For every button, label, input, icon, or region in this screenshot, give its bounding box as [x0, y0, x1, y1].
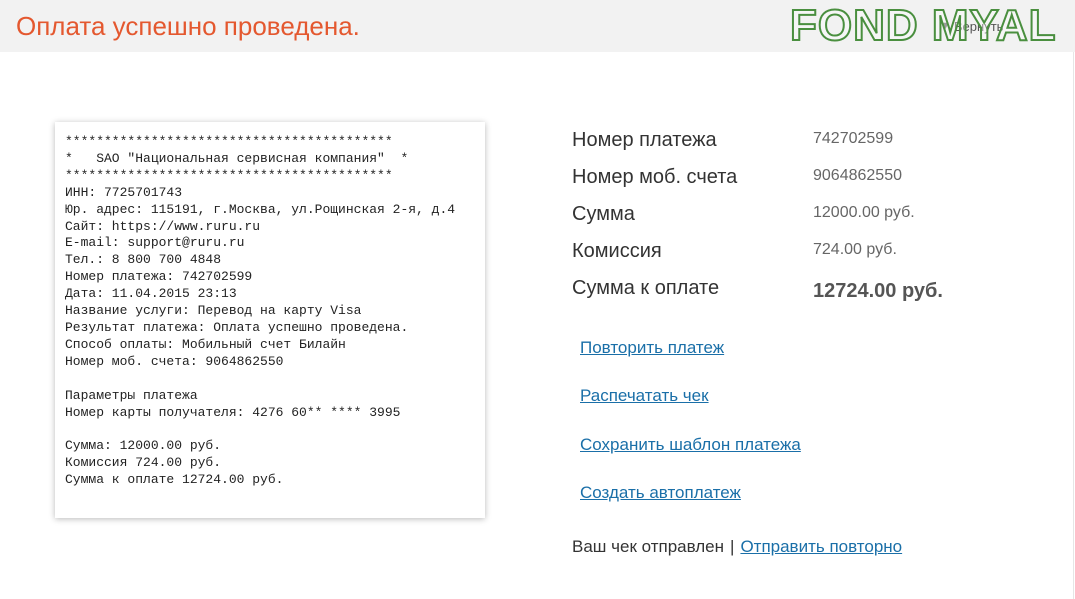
detail-row-account-number: Номер моб. счета 9064862550: [572, 163, 1032, 193]
create-autopay-link[interactable]: Создать автоплатеж: [580, 482, 741, 504]
detail-label: Номер моб. счета: [572, 166, 738, 188]
receipt-status: Ваш чек отправлен | Отправить повторно: [572, 535, 902, 559]
logo-watermark: FOND MYAL: [789, 1, 1057, 51]
detail-row-amount: Сумма 12000.00 руб.: [572, 200, 1032, 230]
detail-label: Сумма: [572, 203, 635, 225]
watermark-text: FOND MYAL: [789, 1, 1057, 51]
back-link-label: Вернуть: [953, 18, 1004, 34]
page-title: Оплата успешно проведена.: [16, 11, 360, 41]
detail-value: 12000.00 руб.: [813, 204, 915, 221]
header-bar: Оплата успешно проведена. ▼ Вернуть FOND…: [0, 0, 1075, 52]
receipt-panel: ****************************************…: [55, 122, 485, 518]
back-link[interactable]: ▼ Вернуть: [940, 16, 1003, 36]
detail-row-payment-number: Номер платежа 742702599: [572, 126, 1032, 156]
detail-label: Номер платежа: [572, 129, 717, 151]
divider: [1073, 52, 1074, 599]
repeat-payment-link[interactable]: Повторить платеж: [580, 337, 724, 359]
resend-receipt-link[interactable]: Отправить повторно: [740, 537, 902, 556]
print-receipt-link[interactable]: Распечатать чек: [580, 385, 709, 407]
detail-label: Сумма к оплате: [572, 277, 720, 299]
detail-row-commission: Комиссия 724.00 руб.: [572, 237, 1032, 267]
detail-value: 9064862550: [813, 167, 902, 184]
separator: |: [730, 537, 735, 556]
detail-value-total: 12724.00 руб.: [813, 280, 943, 302]
detail-row-total: Сумма к оплате 12724.00 руб.: [572, 274, 1032, 304]
save-template-link[interactable]: Сохранить шаблон платежа: [580, 434, 801, 456]
receipt-sent-text: Ваш чек отправлен: [572, 537, 725, 556]
detail-value: 742702599: [813, 130, 894, 147]
receipt-text: ****************************************…: [65, 134, 456, 488]
chevron-down-icon: ▼: [940, 20, 951, 32]
detail-label: Комиссия: [572, 240, 662, 262]
detail-value: 724.00 руб.: [813, 241, 897, 258]
